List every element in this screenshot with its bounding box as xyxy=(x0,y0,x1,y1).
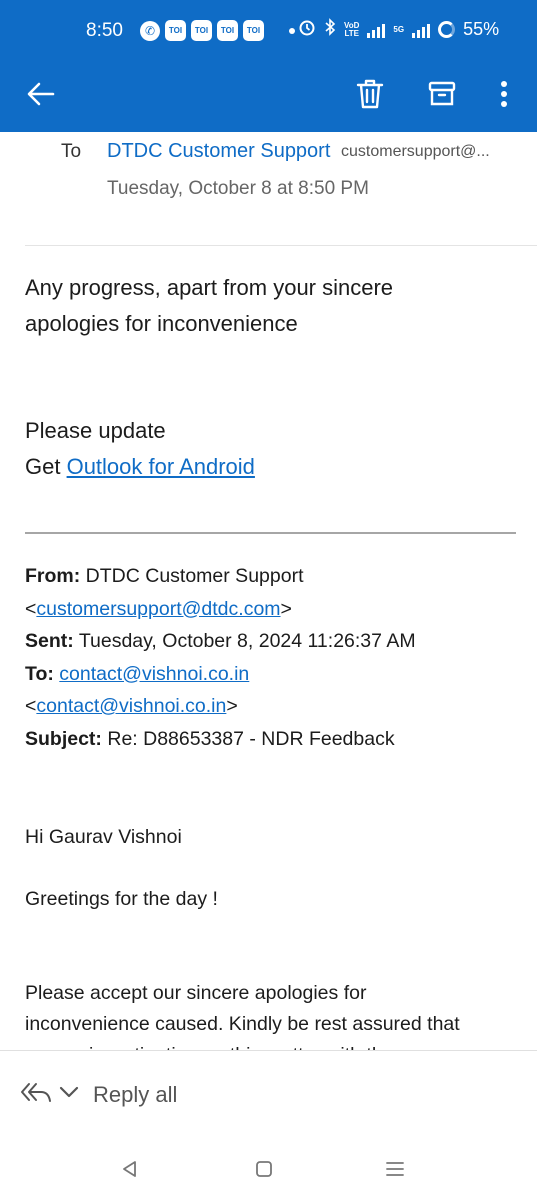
bluetooth-icon xyxy=(324,18,336,41)
to-label: To xyxy=(61,141,82,162)
battery-percent: 55% xyxy=(463,19,500,39)
notification-icons: ✆ TOI TOI TOI TOI xyxy=(140,20,295,41)
volte-label: VoD LTE xyxy=(344,20,360,38)
square-home-icon xyxy=(256,1161,272,1177)
reply-all-button[interactable]: Reply all xyxy=(93,1082,177,1108)
nav-recents-button[interactable] xyxy=(380,1156,410,1182)
battery-icon xyxy=(438,21,456,38)
status-bar: 8:50 ✆ TOI TOI TOI TOI VoD LTE 5G 55% xyxy=(0,0,537,64)
call-icon: ✆ xyxy=(140,20,160,41)
menu-lines-icon xyxy=(386,1162,404,1176)
system-icons: VoD LTE 5G 55% xyxy=(298,18,499,41)
from-email-line: <customersupport@dtdc.com> xyxy=(25,597,292,620)
archive-button[interactable] xyxy=(418,70,466,118)
network-5g-label: 5G xyxy=(393,24,405,34)
back-button[interactable] xyxy=(17,70,65,118)
email-date: Tuesday, October 8 at 8:50 PM xyxy=(107,178,369,199)
nav-back-button[interactable] xyxy=(115,1156,145,1182)
from-email-link[interactable]: customersupport@dtdc.com xyxy=(36,598,280,620)
status-time: 8:50 xyxy=(86,20,123,41)
quote-divider xyxy=(25,532,516,534)
outlook-for-android-link[interactable]: Outlook for Android xyxy=(67,454,255,479)
to-email-link[interactable]: contact@vishnoi.co.in xyxy=(59,663,249,685)
triangle-back-icon xyxy=(123,1161,136,1177)
reply-all-icon[interactable] xyxy=(20,1081,52,1110)
chevron-down-icon[interactable] xyxy=(59,1085,79,1104)
recipient-email: customersupport@... xyxy=(341,143,490,160)
more-notifications-dot xyxy=(289,27,295,34)
more-vertical-icon xyxy=(501,81,507,107)
signal-icon xyxy=(412,22,431,38)
app-header: 8:50 ✆ TOI TOI TOI TOI VoD LTE 5G 55% xyxy=(0,0,537,132)
system-nav-bar xyxy=(0,1140,537,1200)
to-line: To: contact@vishnoi.co.in xyxy=(25,662,250,685)
toolbar xyxy=(0,64,537,132)
body-paragraph-1: Any progress, apart from your sincere ap… xyxy=(25,275,394,336)
signal-icon xyxy=(367,22,386,38)
toi-icon: TOI xyxy=(165,20,186,41)
body-paragraph-2: Please update Get Outlook for Android xyxy=(25,413,255,485)
more-options-button[interactable] xyxy=(480,70,528,118)
greeting: Hi Gaurav Vishnoi xyxy=(25,826,182,848)
to-email-line: <contact@vishnoi.co.in> xyxy=(25,695,238,717)
header-divider xyxy=(25,245,537,246)
recipient-name[interactable]: DTDC Customer Support xyxy=(107,140,330,163)
sent-line: Sent: Tuesday, October 8, 2024 11:26:37 … xyxy=(25,630,416,652)
alarm-icon xyxy=(298,18,316,41)
delete-button[interactable] xyxy=(346,70,394,118)
back-arrow-icon xyxy=(27,82,55,106)
trash-icon xyxy=(356,79,384,109)
toi-icon: TOI xyxy=(217,20,238,41)
from-line: From: DTDC Customer Support xyxy=(25,565,304,587)
to-email-link-2[interactable]: contact@vishnoi.co.in xyxy=(36,695,226,717)
signature: Get Outlook for Android xyxy=(25,454,255,479)
quoted-paragraph: Please accept our sincere apologies for … xyxy=(25,982,460,1050)
nav-home-button[interactable] xyxy=(249,1156,279,1182)
toi-icon: TOI xyxy=(243,20,264,41)
greetings-day: Greetings for the day ! xyxy=(25,888,218,910)
email-recipients: To DTDC Customer Support customersupport… xyxy=(0,132,537,246)
archive-icon xyxy=(428,81,456,106)
toi-icon: TOI xyxy=(191,20,212,41)
subject-line: Subject: Re: D88653387 - NDR Feedback xyxy=(25,727,395,750)
reply-bar: Reply all xyxy=(0,1050,537,1140)
quoted-message-header: From: DTDC Customer Support <customersup… xyxy=(25,560,525,755)
